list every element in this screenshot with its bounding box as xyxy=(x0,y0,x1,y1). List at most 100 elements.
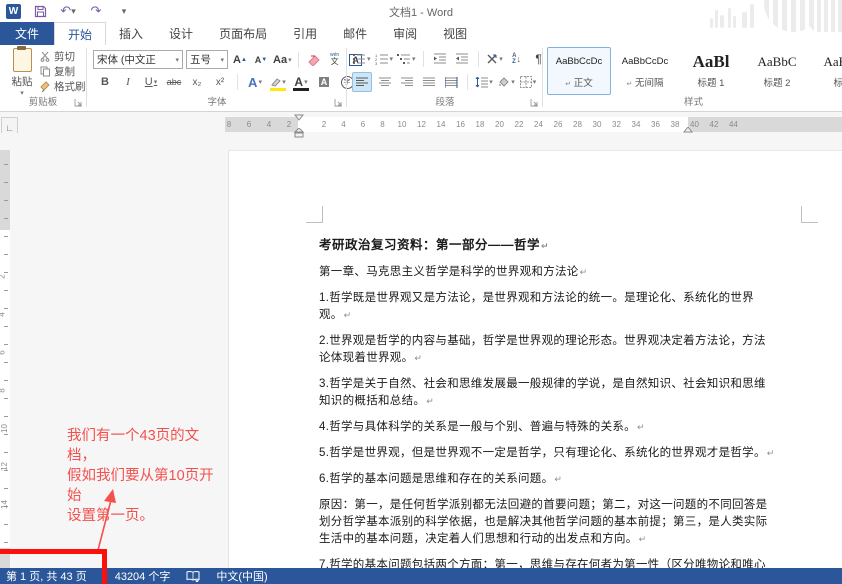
page[interactable]: 考研政治复习资料：第一部分——哲学↵ 第一章、马克思主义哲学是科学的世界观和方法… xyxy=(228,150,842,569)
justify-button[interactable] xyxy=(420,73,438,91)
ruler-number: 18 xyxy=(476,120,485,129)
numbered-list-button[interactable]: 123▾ xyxy=(375,50,394,68)
ruler-number: 12 xyxy=(417,120,426,129)
format-painter-button[interactable]: 格式刷 xyxy=(40,79,86,94)
hanging-indent-marker[interactable] xyxy=(294,128,304,138)
multilevel-list-icon xyxy=(397,53,411,65)
highlight-color-button[interactable]: ▾ xyxy=(269,73,287,91)
h-ruler-text-area xyxy=(298,117,688,132)
font-name-combo[interactable]: 宋体 (中文正▾ xyxy=(93,50,183,69)
v-ruler-number: 4 xyxy=(0,312,7,316)
doc-paragraph: 4.哲学与具体科学的关系是一般与个别、普遍与特殊的关系。↵ xyxy=(319,419,776,436)
strikethrough-button[interactable]: abc xyxy=(165,73,183,91)
tab-file[interactable]: 文件 xyxy=(0,22,54,45)
crop-mark-tl-h xyxy=(306,222,323,223)
copy-label: 复制 xyxy=(54,64,75,79)
bold-button[interactable]: B xyxy=(96,73,114,91)
style-title[interactable]: AaBbC 标题 xyxy=(811,47,842,95)
tab-review[interactable]: 审阅 xyxy=(380,22,430,45)
style-no-spacing[interactable]: AaBbCcDc ↵ 无间隔 xyxy=(613,47,677,95)
title-bar: W ↶▾ ↷ ▾ 文档1 - Word xyxy=(0,0,842,22)
justify-icon xyxy=(423,77,436,88)
shrink-font-button[interactable]: A▼ xyxy=(252,51,270,69)
ruler-number: 2 xyxy=(322,120,326,129)
sort-button[interactable]: AZ↓ xyxy=(508,50,526,68)
bullet-list-button[interactable]: ▾ xyxy=(352,50,371,68)
tab-page-layout[interactable]: 页面布局 xyxy=(206,22,280,45)
tab-view[interactable]: 视图 xyxy=(430,22,480,45)
h-ruler[interactable]: 8642246810121416182022242628303234363840… xyxy=(225,117,842,132)
doc-paragraph: 第一章、马克思主义哲学是科学的世界观和方法论↵ xyxy=(319,264,776,281)
ruler-number: 8 xyxy=(380,120,384,129)
align-left-button[interactable] xyxy=(352,72,372,92)
increase-indent-button[interactable] xyxy=(453,50,471,68)
character-shading-button[interactable]: A xyxy=(315,73,333,91)
v-ruler-tick xyxy=(4,488,8,489)
grow-font-button[interactable]: A▲ xyxy=(231,51,249,69)
shading-button[interactable]: ▾ xyxy=(497,73,515,91)
align-center-button[interactable] xyxy=(376,73,394,91)
decrease-indent-icon xyxy=(433,53,447,65)
ruler-number: 6 xyxy=(361,120,365,129)
proofing-status[interactable] xyxy=(178,568,208,584)
first-line-indent-marker[interactable] xyxy=(294,114,304,121)
right-indent-marker[interactable] xyxy=(683,127,693,133)
v-ruler-tick xyxy=(4,326,8,327)
clipboard-dialog-launcher[interactable] xyxy=(74,98,83,107)
word-count-indicator[interactable]: 43204 个字 xyxy=(107,568,179,584)
ruler-number: 34 xyxy=(632,120,641,129)
tab-home[interactable]: 开始 xyxy=(54,22,106,45)
v-ruler-tick xyxy=(4,452,8,453)
font-dialog-launcher[interactable] xyxy=(334,98,343,107)
v-ruler[interactable]: 2468101214 xyxy=(0,150,10,568)
align-right-button[interactable] xyxy=(398,73,416,91)
superscript-button[interactable]: x² xyxy=(211,73,229,91)
copy-button[interactable]: 复制 xyxy=(40,64,86,79)
tab-mailings[interactable]: 邮件 xyxy=(330,22,380,45)
style-normal[interactable]: AaBbCcDc ↵ 正文 xyxy=(547,47,611,95)
subscript-button[interactable]: x₂ xyxy=(188,73,206,91)
copy-icon xyxy=(40,66,51,77)
font-color-button[interactable]: A▾ xyxy=(292,73,310,91)
align-right-icon xyxy=(401,77,414,88)
v-ruler-tick xyxy=(4,254,8,255)
tab-design[interactable]: 设计 xyxy=(156,22,206,45)
underline-button[interactable]: U▾ xyxy=(142,73,160,91)
document-text[interactable]: 考研政治复习资料：第一部分——哲学↵ 第一章、马克思主义哲学是科学的世界观和方法… xyxy=(319,237,776,584)
paste-button[interactable]: 粘贴 ▾ xyxy=(6,48,38,96)
distribute-button[interactable] xyxy=(442,73,460,91)
line-spacing-button[interactable]: ▾ xyxy=(475,73,493,91)
decrease-indent-button[interactable] xyxy=(431,50,449,68)
cut-button[interactable]: 剪切 xyxy=(40,49,86,64)
tab-insert[interactable]: 插入 xyxy=(106,22,156,45)
font-size-combo[interactable]: 五号▾ xyxy=(186,50,228,69)
style-heading-2[interactable]: AaBbC 标题 2 xyxy=(745,47,809,95)
v-ruler-tick xyxy=(4,398,8,399)
style-heading-1[interactable]: AaBl 标题 1 xyxy=(679,47,743,95)
paragraph-dialog-launcher[interactable] xyxy=(530,98,539,107)
font-size-value: 五号 xyxy=(190,52,211,67)
scissors-icon xyxy=(40,51,51,62)
v-ruler-number: 14 xyxy=(0,500,9,509)
font-group: 宋体 (中文正▾ 五号▾ A▲ A▼ Aa▾ wén 文 A B xyxy=(88,45,346,110)
font-name-value: 宋体 (中文正 xyxy=(97,52,156,67)
text-effects-button[interactable]: A▾ xyxy=(246,73,264,91)
ruler-number: 2 xyxy=(287,120,291,129)
multilevel-list-button[interactable]: ▾ xyxy=(397,50,416,68)
font-group-label: 字体 xyxy=(88,94,346,108)
ruler-number: 36 xyxy=(651,120,660,129)
doc-paragraph: 5.哲学是世界观，但是世界观不一定是哲学，只有理论化、系统化的世界观才是哲学。↵ xyxy=(319,445,776,462)
borders-button[interactable]: ▾ xyxy=(519,73,537,91)
paragraph-group: ▾ 123▾ ▾ ▾ A xyxy=(348,45,542,110)
paste-label: 粘贴 xyxy=(12,76,33,88)
italic-button[interactable]: I xyxy=(119,73,137,91)
phonetic-guide-button[interactable]: wén 文 xyxy=(326,51,344,69)
asian-layout-button[interactable]: ▾ xyxy=(486,50,504,68)
clear-formatting-button[interactable] xyxy=(305,51,323,69)
v-ruler-number: 10 xyxy=(0,424,9,433)
tab-references[interactable]: 引用 xyxy=(280,22,330,45)
doc-paragraph: 3.哲学是关于自然、社会和思维发展最一般规律的学说，是自然知识、社会知识和思维知… xyxy=(319,376,776,410)
language-indicator[interactable]: 中文(中国) xyxy=(208,568,275,584)
ruler-number: 32 xyxy=(612,120,621,129)
change-case-button[interactable]: Aa▾ xyxy=(273,51,292,69)
